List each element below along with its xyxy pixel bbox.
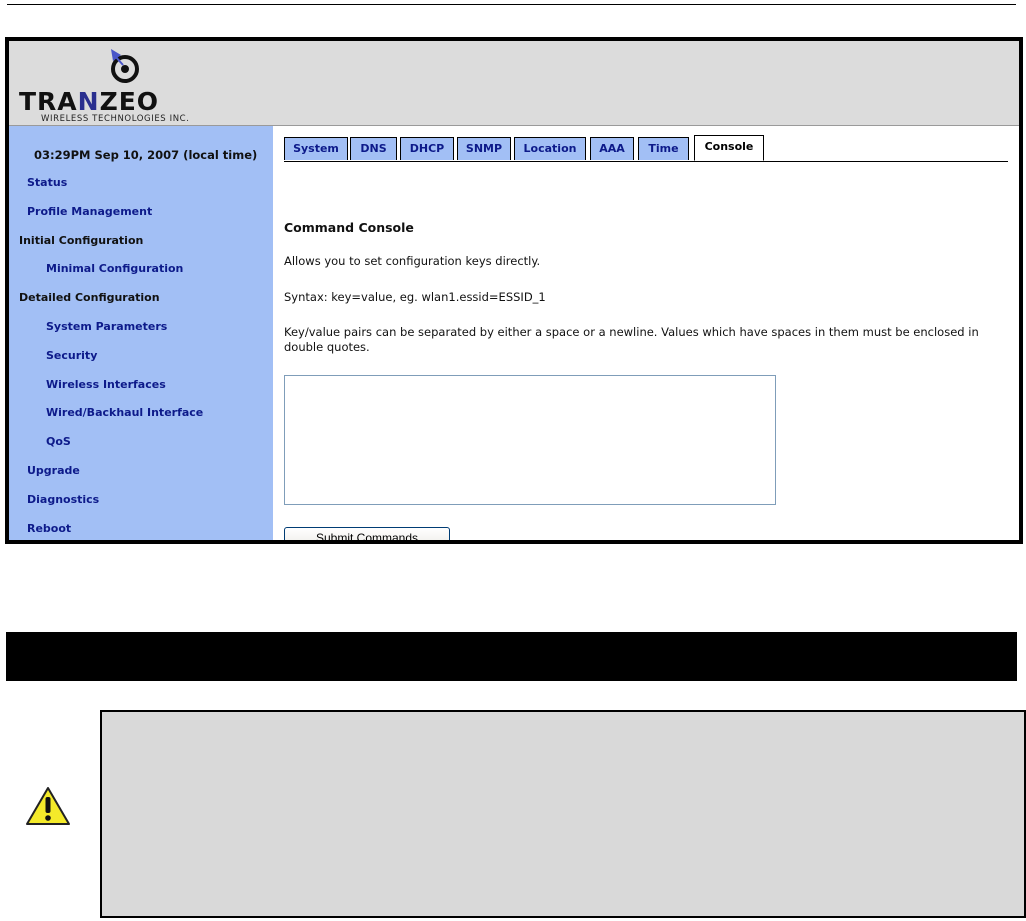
logo-wordmark: TRANZEO bbox=[19, 87, 160, 116]
sidebar-item-system-parameters[interactable]: System Parameters bbox=[9, 313, 273, 342]
sidebar-item-profile-management[interactable]: Profile Management bbox=[9, 198, 273, 227]
tab-snmp[interactable]: SNMP bbox=[457, 137, 511, 160]
console-note: Key/value pairs can be separated by eith… bbox=[284, 325, 979, 354]
sidebar-nav: Status Profile Management Initial Config… bbox=[9, 169, 273, 540]
clock-display: 03:29PM Sep 10, 2007 (local time) bbox=[34, 148, 258, 162]
tab-location[interactable]: Location bbox=[514, 137, 586, 160]
sidebar-item-qos[interactable]: QoS bbox=[9, 428, 273, 457]
sidebar-item-reboot[interactable]: Reboot bbox=[9, 515, 273, 540]
page-heading: Command Console bbox=[284, 220, 414, 235]
sidebar-section-initial-configuration: Initial Configuration bbox=[19, 233, 144, 247]
tab-dhcp[interactable]: DHCP bbox=[400, 137, 454, 160]
submit-commands-button[interactable]: Submit Commands bbox=[284, 527, 450, 540]
logo-subtitle: WIRELESS TECHNOLOGIES INC. bbox=[41, 114, 190, 124]
sidebar-item-wireless-interfaces[interactable]: Wireless Interfaces bbox=[9, 371, 273, 400]
commands-textarea[interactable] bbox=[284, 375, 776, 505]
sidebar-item-wired-backhaul-interface[interactable]: Wired/Backhaul Interface bbox=[9, 399, 273, 428]
top-rule bbox=[7, 4, 1016, 5]
sidebar-item-security[interactable]: Security bbox=[9, 342, 273, 371]
tab-system[interactable]: System bbox=[284, 137, 348, 160]
sidebar-section-detailed-configuration: Detailed Configuration bbox=[19, 291, 160, 305]
antenna-signal-logo-icon bbox=[111, 49, 139, 83]
router-admin-window: TRANZEO WIRELESS TECHNOLOGIES INC. 03:29… bbox=[5, 37, 1023, 544]
tab-aaa[interactable]: AAA bbox=[590, 137, 634, 160]
tab-bar: System DNS DHCP SNMP Location AAA Time C… bbox=[284, 134, 1008, 162]
tab-time[interactable]: Time bbox=[638, 137, 689, 160]
tranzeo-logo: TRANZEO WIRELESS TECHNOLOGIES INC. bbox=[15, 47, 235, 124]
warning-note-box bbox=[100, 710, 1026, 918]
tab-dns[interactable]: DNS bbox=[350, 137, 397, 160]
sidebar-item-status[interactable]: Status bbox=[9, 169, 273, 198]
main-content: System DNS DHCP SNMP Location AAA Time C… bbox=[273, 126, 1019, 540]
sidebar-item-upgrade[interactable]: Upgrade bbox=[9, 457, 273, 486]
warning-triangle-icon bbox=[26, 787, 70, 825]
header: TRANZEO WIRELESS TECHNOLOGIES INC. bbox=[9, 41, 1019, 126]
sidebar-item-minimal-configuration[interactable]: Minimal Configuration bbox=[9, 255, 273, 284]
black-divider-bar bbox=[6, 632, 1017, 681]
sidebar-item-diagnostics[interactable]: Diagnostics bbox=[9, 486, 273, 515]
tab-console[interactable]: Console bbox=[694, 135, 764, 161]
console-syntax: Syntax: key=value, eg. wlan1.essid=ESSID… bbox=[284, 290, 546, 304]
sidebar: 03:29PM Sep 10, 2007 (local time) Status… bbox=[9, 126, 273, 540]
console-description: Allows you to set configuration keys dir… bbox=[284, 254, 541, 268]
